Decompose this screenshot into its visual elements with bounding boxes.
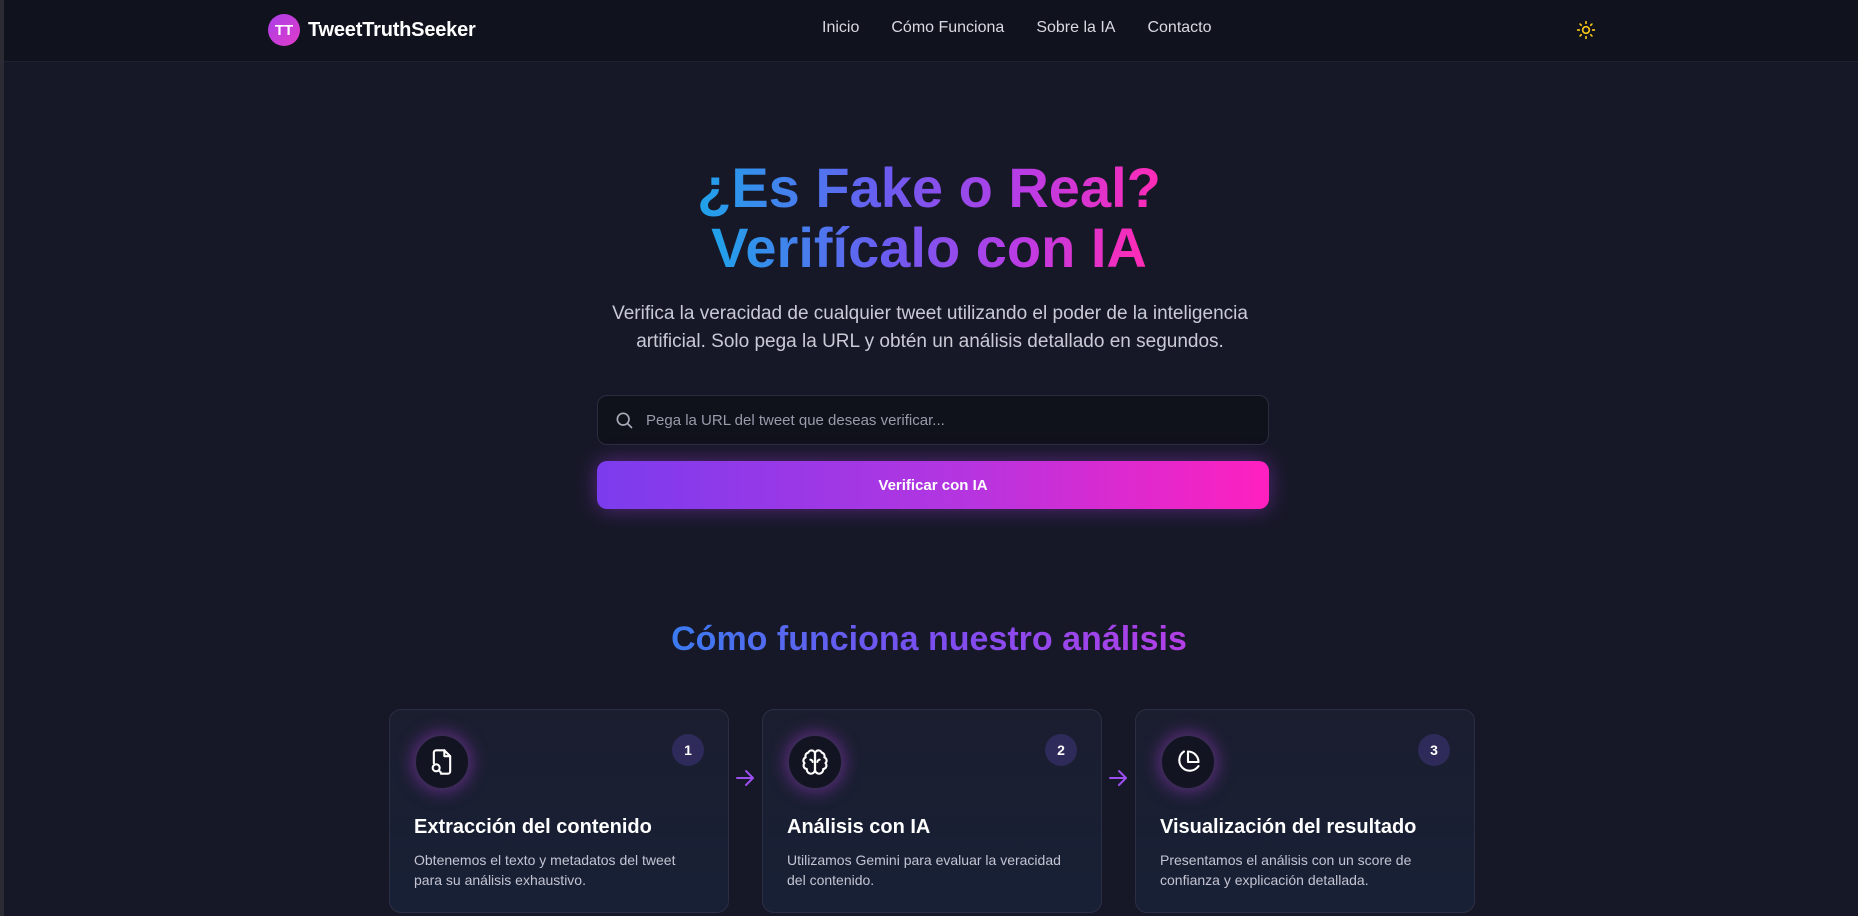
logo[interactable]: TT TweetTruthSeeker — [268, 14, 476, 46]
nav-link-inicio[interactable]: Inicio — [822, 19, 859, 37]
window-edge — [0, 0, 4, 916]
step-description: Obtenemos el texto y metadatos del tweet… — [414, 852, 676, 888]
sun-icon — [1576, 20, 1596, 40]
step-description: Presentamos el análisis con un score de … — [1160, 852, 1412, 888]
how-it-works-title: Cómo funciona nuestro análisis — [0, 620, 1858, 659]
step-number: 2 — [1045, 734, 1077, 766]
step-icon-wrapper — [1160, 734, 1216, 790]
search-icon — [616, 412, 633, 429]
arrow-right-icon — [736, 770, 754, 786]
how-it-works-title-text: Cómo funciona nuestro análisis — [671, 620, 1187, 658]
step-card-ai-analysis: 2 Análisis con IA Utilizamos Gemini para… — [762, 709, 1102, 913]
hero-title-line2: Verifícalo con IA — [711, 216, 1147, 279]
theme-toggle-button[interactable] — [1572, 16, 1600, 44]
step-title: Visualización del resultado — [1160, 816, 1417, 838]
step-icon-wrapper — [414, 734, 470, 790]
file-search-icon — [431, 749, 452, 775]
step-number: 3 — [1418, 734, 1450, 766]
nav-links: Inicio Cómo Funciona Sobre la IA Contact… — [822, 19, 1212, 37]
nav-link-contacto[interactable]: Contacto — [1147, 19, 1211, 37]
nav-link-como-funciona[interactable]: Cómo Funciona — [891, 19, 1004, 37]
pie-chart-icon — [1178, 750, 1200, 772]
brain-icon — [802, 749, 828, 775]
step-title: Análisis con IA — [787, 816, 931, 838]
navbar: TT TweetTruthSeeker Inicio Cómo Funciona… — [4, 0, 1858, 62]
logo-badge: TT — [268, 14, 300, 46]
hero-subtitle: Verifica la veracidad de cualquier tweet… — [612, 303, 1248, 352]
nav-link-sobre-la-ia[interactable]: Sobre la IA — [1036, 19, 1115, 37]
step-description: Utilizamos Gemini para evaluar la veraci… — [787, 852, 1061, 888]
verify-button[interactable]: Verificar con IA — [597, 461, 1269, 509]
hero-title: ¿Es Fake o Real? Verifícalo con IA — [0, 158, 1858, 278]
step-number: 1 — [672, 734, 704, 766]
step-card-extraction: 1 Extracción del contenido Obtenemos el … — [389, 709, 729, 913]
step-title: Extracción del contenido — [414, 816, 652, 838]
brand-name: TweetTruthSeeker — [308, 18, 476, 41]
hero-title-line1: ¿Es Fake o Real? — [697, 156, 1161, 219]
step-icon-wrapper — [787, 734, 843, 790]
search-box — [597, 395, 1269, 445]
tweet-url-input[interactable] — [646, 411, 1268, 429]
arrow-right-icon — [1109, 770, 1127, 786]
step-card-visualization: 3 Visualización del resultado Presentamo… — [1135, 709, 1475, 913]
